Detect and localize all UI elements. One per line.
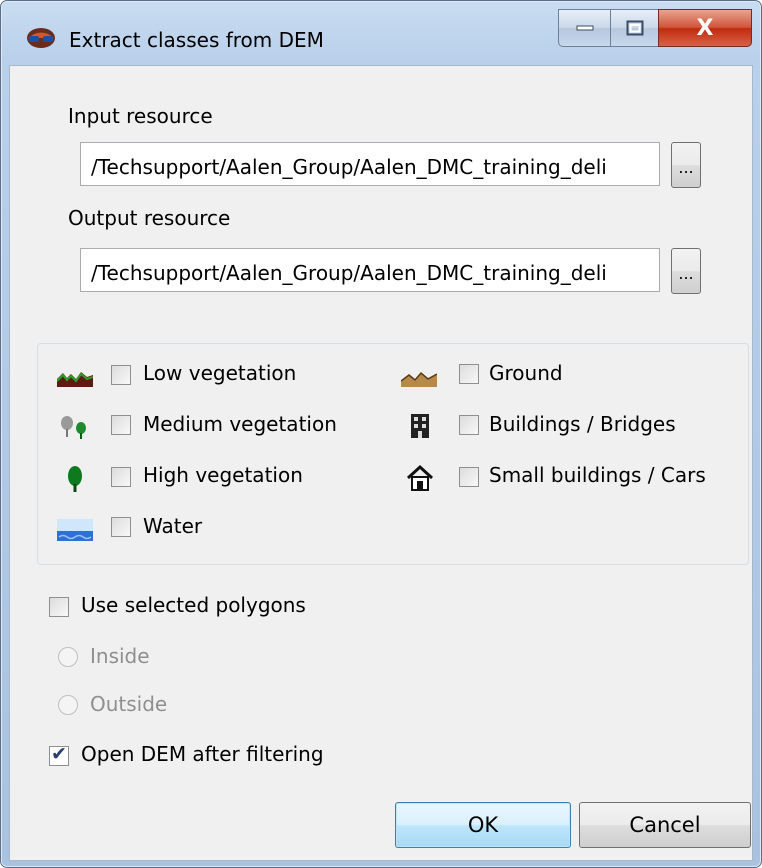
minimize-icon (576, 25, 594, 31)
low-vegetation-label: Low vegetation (143, 361, 297, 385)
ground-icon (401, 371, 437, 387)
outside-label: Outside (90, 692, 168, 716)
low-vegetation-icon (57, 372, 93, 387)
outside-radio[interactable] (58, 695, 78, 715)
use-selected-polygons-label: Use selected polygons (81, 593, 306, 617)
high-vegetation-icon (68, 466, 82, 492)
dialog-window: Extract classes from DEM X Input resourc… (0, 0, 762, 868)
ground-label: Ground (489, 361, 563, 385)
output-resource-field[interactable]: /Techsupport/Aalen_Group/Aalen_DMC_train… (80, 248, 660, 292)
title-bar[interactable]: Extract classes from DEM X (1, 1, 761, 65)
low-vegetation-checkbox[interactable] (111, 365, 131, 385)
output-resource-label: Output resource (68, 206, 231, 230)
house-icon (406, 464, 434, 491)
medium-vegetation-icon (61, 416, 86, 439)
open-dem-checkbox[interactable]: ✔ (49, 743, 69, 766)
app-icon (27, 28, 55, 48)
high-vegetation-checkbox[interactable] (111, 467, 131, 487)
maximize-button[interactable] (610, 9, 660, 47)
input-resource-label: Input resource (68, 104, 213, 128)
water-checkbox[interactable] (111, 517, 131, 537)
close-button[interactable]: X (658, 9, 752, 47)
ok-button[interactable]: OK (395, 802, 571, 848)
small-buildings-checkbox[interactable] (459, 467, 479, 487)
open-dem-label: Open DEM after filtering (81, 742, 324, 766)
inside-label: Inside (90, 644, 150, 668)
water-label: Water (143, 514, 203, 538)
small-buildings-label: Small buildings / Cars (489, 463, 706, 487)
checkmark-icon: ✔ (51, 743, 67, 765)
buildings-label: Buildings / Bridges (489, 412, 676, 436)
input-browse-button[interactable]: ... (671, 142, 701, 188)
medium-vegetation-checkbox[interactable] (111, 415, 131, 435)
high-vegetation-label: High vegetation (143, 463, 303, 487)
cancel-button[interactable]: Cancel (579, 802, 751, 848)
minimize-button[interactable] (558, 9, 612, 47)
output-browse-button[interactable]: ... (671, 248, 701, 294)
buildings-checkbox[interactable] (459, 415, 479, 435)
window-title: Extract classes from DEM (69, 28, 324, 52)
medium-vegetation-label: Medium vegetation (143, 412, 337, 436)
building-icon (411, 414, 429, 438)
use-selected-polygons-checkbox[interactable] (49, 597, 69, 617)
water-icon (57, 519, 93, 541)
input-resource-field[interactable]: /Techsupport/Aalen_Group/Aalen_DMC_train… (80, 142, 660, 186)
inside-radio[interactable] (58, 647, 78, 667)
close-icon: X (696, 15, 714, 41)
ground-checkbox[interactable] (459, 364, 479, 384)
maximize-icon (626, 20, 644, 36)
